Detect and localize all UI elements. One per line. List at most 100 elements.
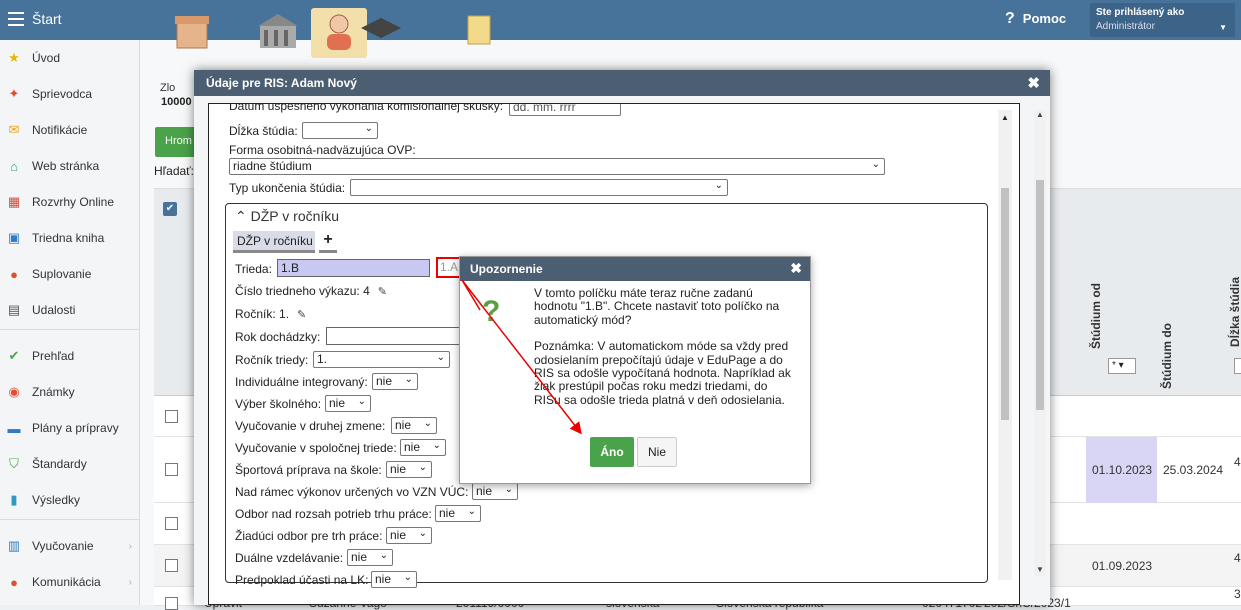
- select-all-checkbox[interactable]: ✔: [163, 202, 177, 216]
- sidebar-item-sprievodca[interactable]: ✦ Sprievodca: [0, 79, 140, 109]
- sidebar-item-standardy[interactable]: ⛉ Štandardy: [0, 449, 140, 479]
- chevron-down-icon: ⌄: [432, 440, 441, 451]
- wand-icon: ✦: [8, 86, 20, 101]
- house-icon: ⌂: [10, 158, 18, 174]
- box-icon[interactable]: [165, 8, 221, 58]
- vyber-skolneho-select[interactable]: nie ⌄: [325, 395, 371, 412]
- date-field[interactable]: dd. mm. rrrr: [509, 104, 621, 116]
- sidebar-item-notifikacie[interactable]: ✉ Notifikácie: [0, 115, 140, 145]
- person-icon: ●: [10, 266, 18, 282]
- menu-icon[interactable]: [8, 12, 24, 26]
- nad-rozsah-select[interactable]: nie ⌄: [435, 505, 481, 522]
- lk-select[interactable]: nie ⌄: [371, 571, 417, 588]
- sidebar-divider: [0, 519, 140, 520]
- row-checkbox[interactable]: [165, 410, 178, 423]
- ziaduci-odbor-select[interactable]: nie ⌄: [386, 527, 432, 544]
- chevron-down-icon: ⌄: [423, 418, 432, 429]
- sidebar-item-udalosti[interactable]: ▤ Udalosti: [0, 295, 140, 325]
- sidebar-divider: [0, 329, 140, 330]
- section-title[interactable]: ⌃ DŽP v ročníku: [235, 208, 339, 225]
- no-button[interactable]: Nie: [637, 437, 677, 467]
- trieda-input[interactable]: 1.B: [277, 259, 430, 277]
- sidebar-item-znamky[interactable]: ◉ Známky: [0, 377, 140, 407]
- spolocna-trieda-select[interactable]: nie ⌄: [400, 439, 446, 456]
- col-studium-do[interactable]: Štúdium do: [1160, 323, 1174, 389]
- scroll-up-icon[interactable]: ▲: [1036, 110, 1044, 119]
- scroll-thumb[interactable]: [1036, 180, 1044, 410]
- integrovany-select[interactable]: nie ⌄: [372, 373, 418, 390]
- row-checkbox[interactable]: [165, 517, 178, 530]
- chevron-up-icon: ⌃: [235, 208, 251, 224]
- forma-select[interactable]: riadne štúdium ⌄: [229, 158, 885, 175]
- chevron-down-icon: ⌄: [418, 462, 427, 473]
- book-icon: ▣: [7, 230, 21, 245]
- user-menu[interactable]: Ste prihlásený ako Administrátor ▼: [1090, 3, 1235, 37]
- sidebar-item-plany[interactable]: ▬ Plány a prípravy: [0, 413, 140, 443]
- pencil-icon[interactable]: ✎: [378, 285, 387, 298]
- scroll-up-icon[interactable]: ▲: [1001, 113, 1009, 122]
- dialog-scrollbar[interactable]: ▲ ▼: [1034, 110, 1046, 576]
- pencil-icon[interactable]: ✎: [297, 308, 306, 321]
- check-circle-icon: ✔: [8, 348, 20, 363]
- rocnik-triedy-select[interactable]: 1. ⌄: [313, 351, 450, 368]
- chevron-down-icon: ⌄: [357, 396, 366, 407]
- sportova-priprava-select[interactable]: nie ⌄: [386, 461, 432, 478]
- rok-dochadzky-input[interactable]: [326, 327, 460, 345]
- filter-select[interactable]: [1234, 358, 1241, 374]
- envelope-icon: ✉: [8, 122, 20, 137]
- close-icon[interactable]: ✖: [1027, 74, 1040, 92]
- app-title[interactable]: Štart: [32, 11, 62, 27]
- dialog-header: Údaje pre RIS: Adam Nový ✖: [194, 70, 1050, 96]
- dlzka-select[interactable]: ⌄: [302, 122, 378, 139]
- filter-select[interactable]: * ▾: [1108, 358, 1136, 374]
- row-checkbox[interactable]: [165, 463, 178, 476]
- scroll-down-icon[interactable]: ▼: [1036, 565, 1044, 574]
- chevron-down-icon: ⌄: [714, 180, 723, 191]
- sidebar-item-triedna-kniha[interactable]: ▣ Triedna kniha: [0, 223, 140, 253]
- sidebar-item-vysledky[interactable]: ▮ Výsledky: [0, 485, 140, 515]
- tab-dzp[interactable]: DŽP v ročníku: [233, 231, 315, 253]
- alert-message: V tomto políčku máte teraz ručne zadanú …: [534, 286, 791, 407]
- sidebar-item-uvod[interactable]: ★ Úvod: [0, 43, 140, 73]
- cislo-row: Číslo triedneho výkazu: 4 ✎: [235, 284, 387, 298]
- inner-scrollbar[interactable]: ▲: [998, 110, 1012, 580]
- bulk-action-button[interactable]: Hrom: [155, 127, 199, 157]
- school-building-icon[interactable]: [250, 8, 306, 58]
- school-icon: ▥: [7, 538, 21, 553]
- row-checkbox[interactable]: [165, 597, 178, 610]
- row-checkbox[interactable]: [165, 559, 178, 572]
- chevron-down-icon: ⌄: [871, 159, 880, 170]
- add-tab-button[interactable]: +: [319, 231, 337, 253]
- sidebar-item-komunikacia[interactable]: ● Komunikácia ›: [0, 567, 140, 597]
- alert-header: Upozornenie ✖: [460, 257, 810, 281]
- nad-ramec-select[interactable]: nie ⌄: [472, 483, 518, 500]
- col-studium-od[interactable]: Štúdium od: [1089, 283, 1103, 349]
- chevron-down-icon: ⌄: [379, 550, 388, 561]
- chevron-down-icon: ⌄: [418, 528, 427, 539]
- scroll-thumb[interactable]: [1001, 188, 1009, 420]
- chevron-down-icon: ⌄: [364, 123, 373, 134]
- sidebar-item-suplovanie[interactable]: ● Suplovanie: [0, 259, 140, 289]
- chevron-down-icon: ⌄: [467, 506, 476, 517]
- star-icon: ★: [8, 50, 20, 65]
- druha-zmena-select[interactable]: nie ⌄: [391, 417, 437, 434]
- question-icon: ?: [482, 295, 501, 328]
- dualne-select[interactable]: nie ⌄: [347, 549, 393, 566]
- yes-button[interactable]: Áno: [590, 437, 634, 467]
- sidebar-item-web[interactable]: ⌂ Web stránka: [0, 151, 140, 181]
- sidebar-item-rozvrhy[interactable]: ▦ Rozvrhy Online: [0, 187, 140, 217]
- sidebar-item-vyucovanie[interactable]: ▥ Vyučovanie ›: [0, 531, 140, 561]
- chat-icon: ●: [10, 574, 18, 590]
- sidebar: ★ Úvod ✦ Sprievodca ✉ Notifikácie ⌂ Web strá…: [0, 40, 140, 605]
- typ-select[interactable]: ⌄: [350, 179, 728, 196]
- help-button[interactable]: ? Pomoc: [1005, 10, 1066, 28]
- warning-dialog: Upozornenie ✖ ? V tomto políčku máte tera…: [459, 256, 811, 484]
- auto-value-indicator[interactable]: 1.A: [436, 257, 461, 278]
- col-dlzka-studia[interactable]: Dĺžka štúdia: [1228, 277, 1241, 347]
- close-icon[interactable]: ✖: [790, 260, 802, 277]
- graduation-cap-icon[interactable]: [353, 8, 409, 58]
- sidebar-item-prehlad[interactable]: ✔ Prehľad: [0, 341, 140, 371]
- document-icon[interactable]: [454, 8, 510, 58]
- chevron-down-icon: ⌄: [436, 352, 445, 363]
- chevron-down-icon: ⌄: [504, 484, 513, 495]
